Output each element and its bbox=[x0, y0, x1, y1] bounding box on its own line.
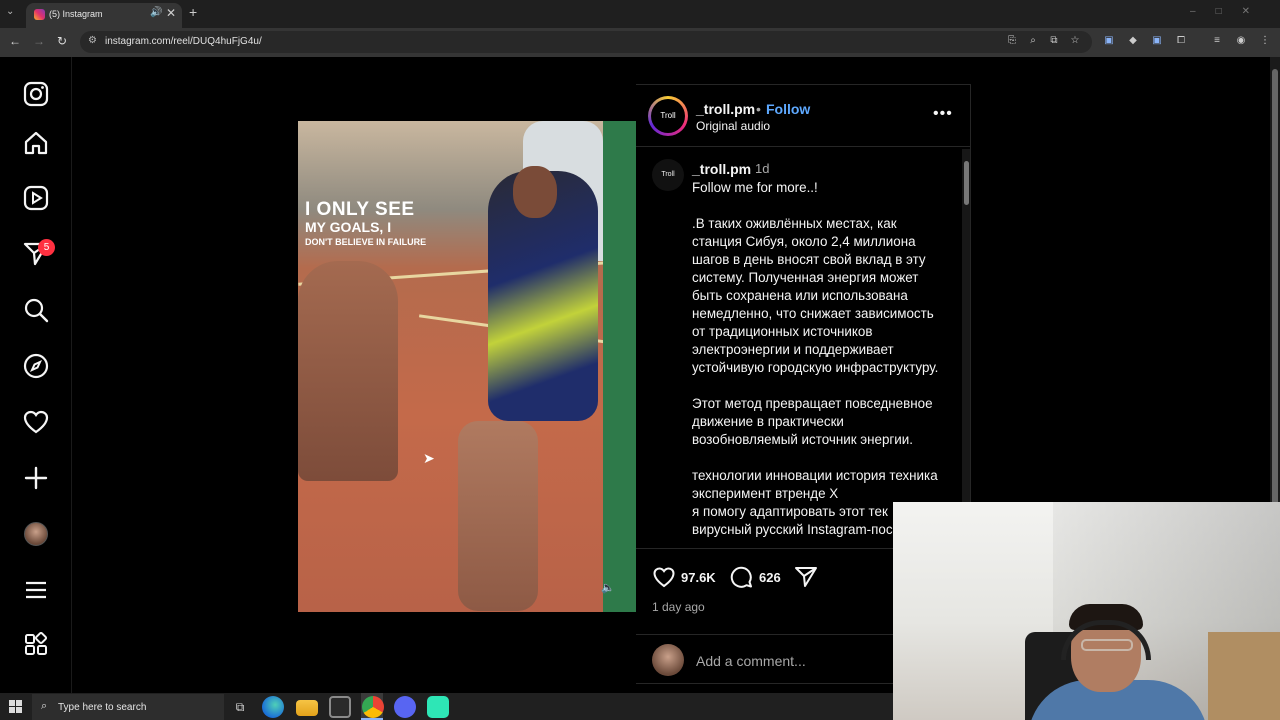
extension-translate-icon[interactable]: ▣ bbox=[1103, 35, 1115, 47]
back-icon[interactable]: ← bbox=[9, 34, 21, 48]
video-caption-line-3: DON'T BELIEVE IN FAILURE bbox=[305, 237, 427, 247]
chrome-icon[interactable] bbox=[362, 696, 384, 718]
caption-section: Troll _troll.pm 1d Follow me for more..!… bbox=[636, 147, 971, 547]
profile-avatar[interactable] bbox=[24, 522, 48, 546]
net-pole bbox=[603, 121, 636, 612]
new-tab-button[interactable]: + bbox=[189, 4, 197, 20]
comment-count[interactable]: 626 bbox=[759, 570, 781, 585]
mouse-cursor-icon: ➤ bbox=[423, 450, 435, 466]
address-bar[interactable]: ⚙ instagram.com/reel/DUQ4huFjG4u/ bbox=[80, 31, 1092, 53]
like-heart-icon[interactable] bbox=[652, 565, 676, 594]
instagram-logo-icon[interactable] bbox=[22, 80, 50, 108]
author-username[interactable]: _troll.pm bbox=[696, 101, 755, 117]
coach-figure bbox=[298, 261, 398, 481]
like-count[interactable]: 97.6K bbox=[681, 570, 716, 585]
browser-tab-strip: ⌄ (5) Instagram 🔊 ✕ + –□✕ bbox=[0, 0, 1280, 28]
file-explorer-icon[interactable] bbox=[296, 700, 318, 716]
translate-icon[interactable]: ⎘ bbox=[1006, 35, 1018, 47]
wooden-cabinet bbox=[1208, 632, 1280, 720]
webcam-overlay bbox=[893, 502, 1280, 720]
extension-cloud-icon[interactable]: ▣ bbox=[1151, 35, 1163, 47]
comment-icon[interactable] bbox=[729, 565, 753, 594]
profile-icon[interactable]: ◉ bbox=[1235, 35, 1247, 47]
bookmark-star-icon[interactable]: ☆ bbox=[1069, 35, 1081, 47]
task-view-icon[interactable]: ⧉ bbox=[229, 696, 251, 718]
add-comment-input[interactable]: Add a comment... bbox=[696, 653, 806, 669]
forward-icon[interactable]: → bbox=[33, 34, 45, 48]
glasses bbox=[1081, 639, 1133, 651]
tab-search-chevron-icon[interactable]: ⌄ bbox=[6, 6, 14, 17]
windows-start-icon[interactable] bbox=[9, 700, 22, 713]
zoom-icon[interactable]: ⌕ bbox=[1027, 35, 1039, 47]
url-text[interactable]: instagram.com/reel/DUQ4huFjG4u/ bbox=[105, 36, 262, 47]
store-icon[interactable] bbox=[329, 696, 351, 718]
instagram-favicon-icon bbox=[34, 9, 45, 20]
follow-button[interactable]: Follow bbox=[766, 101, 810, 117]
reels-icon[interactable] bbox=[22, 184, 50, 212]
windows-taskbar: ⌕ Type here to search ⧉ bbox=[0, 693, 893, 720]
caption-username[interactable]: _troll.pm bbox=[692, 161, 751, 177]
taskbar-search[interactable]: ⌕ Type here to search bbox=[32, 694, 224, 720]
search-icon[interactable] bbox=[22, 296, 50, 324]
caption-text: Follow me for more..! .В таких оживлённы… bbox=[692, 180, 939, 537]
discord-icon[interactable] bbox=[394, 696, 416, 718]
video-frame-image: I ONLY SEE MY GOALS, I DON'T BELIEVE IN … bbox=[298, 121, 636, 612]
my-avatar bbox=[652, 644, 684, 676]
caption-avatar-text: Troll bbox=[661, 171, 675, 178]
audio-label[interactable]: Original audio bbox=[696, 119, 770, 133]
media-controls-icon[interactable]: ≡ bbox=[1211, 35, 1223, 47]
menu-kebab-icon[interactable]: ⋮ bbox=[1259, 35, 1271, 47]
taskbar-search-placeholder: Type here to search bbox=[58, 702, 147, 713]
edge-icon[interactable] bbox=[262, 696, 284, 718]
more-menu-icon[interactable] bbox=[22, 576, 50, 604]
home-icon[interactable] bbox=[22, 129, 50, 157]
separator-dot: • bbox=[756, 101, 761, 117]
post-timestamp[interactable]: 1 day ago bbox=[652, 600, 705, 614]
player-head bbox=[513, 166, 557, 218]
search-icon: ⌕ bbox=[41, 700, 48, 712]
author-avatar[interactable]: Troll bbox=[648, 96, 688, 136]
notifications-heart-icon[interactable] bbox=[22, 408, 50, 436]
mute-icon[interactable]: 🔈 bbox=[601, 581, 615, 594]
caption-timestamp: 1d bbox=[755, 161, 770, 176]
browser-tab[interactable]: (5) Instagram 🔊 ✕ bbox=[26, 3, 182, 28]
author-avatar-text: Troll bbox=[651, 99, 685, 133]
window-controls[interactable]: –□✕ bbox=[1190, 6, 1270, 17]
post-header: Troll _troll.pm • Follow Original audio … bbox=[636, 85, 971, 147]
explore-compass-icon[interactable] bbox=[22, 352, 50, 380]
tab-audio-icon[interactable]: 🔊 bbox=[150, 7, 162, 18]
player-legs bbox=[458, 421, 538, 611]
more-options-icon[interactable]: ••• bbox=[933, 105, 953, 123]
caption-scrollbar-thumb[interactable] bbox=[964, 161, 969, 205]
caption-scrollbar[interactable] bbox=[962, 149, 970, 547]
tab-close-icon[interactable]: ✕ bbox=[166, 6, 176, 20]
caption-avatar[interactable]: Troll bbox=[652, 159, 684, 191]
reel-video-player[interactable]: I ONLY SEE MY GOALS, I DON'T BELIEVE IN … bbox=[298, 84, 636, 684]
video-caption-line-2: MY GOALS, I bbox=[305, 219, 392, 235]
extensions-puzzle-icon[interactable]: ⧠ bbox=[1175, 35, 1187, 47]
app-icon[interactable] bbox=[427, 696, 449, 718]
notification-count-badge: 5 bbox=[38, 239, 55, 256]
share-icon[interactable] bbox=[794, 565, 818, 594]
create-plus-icon[interactable] bbox=[22, 464, 50, 492]
site-info-icon[interactable]: ⚙ bbox=[88, 35, 97, 46]
browser-toolbar: ← → ↻ ⚙ instagram.com/reel/DUQ4huFjG4u/ … bbox=[0, 28, 1280, 57]
video-caption-line-1: I ONLY SEE bbox=[305, 199, 415, 220]
also-from-meta-icon[interactable] bbox=[22, 631, 50, 660]
extension-diamond-icon[interactable]: ◆ bbox=[1127, 35, 1139, 47]
cast-icon[interactable]: ⧉ bbox=[1048, 35, 1060, 47]
reload-icon[interactable]: ↻ bbox=[57, 34, 67, 48]
tab-title: (5) Instagram bbox=[49, 9, 103, 19]
